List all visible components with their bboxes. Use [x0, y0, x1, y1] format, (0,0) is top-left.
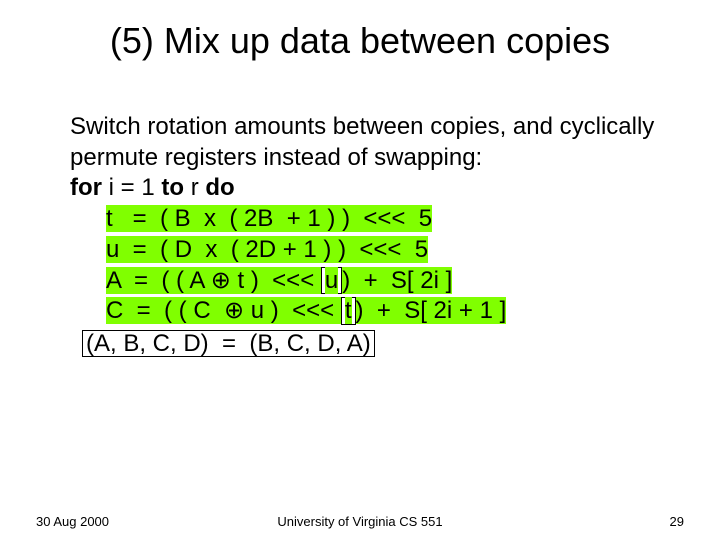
code-line-t: t = ( B x ( 2B + 1 ) ) <<< 5: [106, 204, 660, 235]
code-line-u: u = ( D x ( 2D + 1 ) ) <<< 5: [106, 235, 660, 266]
box-u: u: [321, 267, 342, 294]
footer-center: University of Virginia CS 551: [0, 514, 720, 529]
kw-for: for: [70, 174, 102, 201]
code-line-A: A = ( ( A ⊕ t ) <<< u) + S[ 2i ]: [106, 266, 660, 297]
code-block: t = ( B x ( 2B + 1 ) ) <<< 5 u = ( D x (…: [70, 204, 660, 360]
for-line: for i = 1 to r do: [70, 173, 660, 204]
slide-title: (5) Mix up data between copies: [0, 0, 720, 72]
oplus-icon: ⊕: [224, 297, 244, 324]
footer-page-number: 29: [670, 514, 684, 529]
code-line-permute: (A, B, C, D) = (B, C, D, A): [82, 329, 660, 360]
kw-to: to: [161, 174, 184, 201]
slide-body: Switch rotation amounts between copies, …: [0, 72, 720, 360]
intro-paragraph: Switch rotation amounts between copies, …: [70, 112, 660, 173]
oplus-icon: ⊕: [211, 267, 231, 294]
box-t: t: [341, 297, 356, 324]
code-line-C: C = ( ( C ⊕ u ) <<< t) + S[ 2i + 1 ]: [106, 296, 660, 327]
kw-do: do: [205, 174, 234, 201]
box-permute: (A, B, C, D) = (B, C, D, A): [82, 330, 375, 357]
